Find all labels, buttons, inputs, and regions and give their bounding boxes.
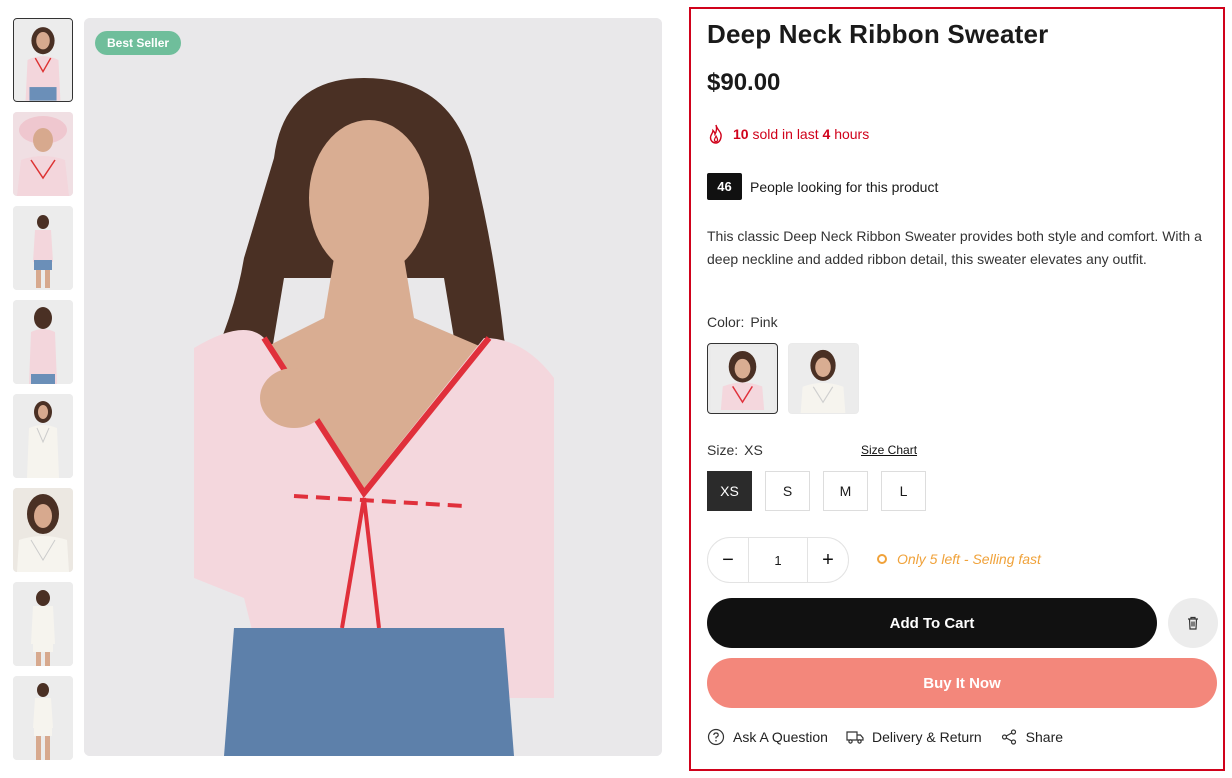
stock-dot-icon <box>877 554 887 564</box>
size-option-m[interactable]: M <box>823 471 868 511</box>
thumbnail-7[interactable] <box>13 582 73 666</box>
thumbnail-3[interactable] <box>13 206 73 290</box>
quantity-value[interactable]: 1 <box>748 538 808 582</box>
thumbnail-1[interactable] <box>13 18 73 102</box>
viewers-indicator: 46 People looking for this product <box>707 173 938 200</box>
size-options: XS S M L <box>707 471 926 511</box>
swatch-white[interactable] <box>788 343 859 414</box>
sold-count: 10 <box>733 126 749 142</box>
thumbnail-4[interactable] <box>13 300 73 384</box>
size-selected: XS <box>744 442 763 458</box>
size-label-row: Size: XS <box>707 442 763 458</box>
thumbnail-list <box>13 18 73 770</box>
sold-indicator: 10 sold in last 4 hours <box>707 124 869 144</box>
quantity-increase-button[interactable]: + <box>808 549 848 572</box>
swatch-pink[interactable] <box>707 343 778 414</box>
share-icon <box>1001 729 1016 745</box>
product-price: $90.00 <box>707 69 781 96</box>
trash-icon <box>1188 616 1198 630</box>
sold-text: 10 sold in last 4 hours <box>733 126 869 142</box>
product-links: Ask A Question Delivery & Return Share <box>707 728 1063 746</box>
product-info-panel: Deep Neck Ribbon Sweater $90.00 10 sold … <box>689 7 1225 771</box>
quantity-decrease-button[interactable]: − <box>708 549 748 572</box>
size-option-xs[interactable]: XS <box>707 471 752 511</box>
sold-end: hours <box>830 126 870 142</box>
color-label: Color: <box>707 314 745 330</box>
model-photo <box>84 18 662 756</box>
size-chart-link[interactable]: Size Chart <box>861 443 917 457</box>
thumbnail-2[interactable] <box>13 112 73 196</box>
stock-notice: Only 5 left - Selling fast <box>877 551 1041 567</box>
delivery-return-link[interactable]: Delivery & Return <box>846 728 982 746</box>
share-link[interactable]: Share <box>1000 728 1063 746</box>
color-label-row: Color: Pink <box>707 314 778 330</box>
quantity-stepper: − 1 + <box>707 537 849 583</box>
ask-question-label: Ask A Question <box>733 729 828 745</box>
question-circle-icon <box>707 728 725 746</box>
color-selected: Pink <box>750 314 778 330</box>
color-swatches <box>707 343 859 414</box>
thumbnail-5[interactable] <box>13 394 73 478</box>
buy-now-button[interactable]: Buy It Now <box>707 658 1217 708</box>
viewers-count: 46 <box>707 173 742 200</box>
viewers-text: People looking for this product <box>750 178 939 195</box>
truck-icon <box>846 731 864 744</box>
share-label: Share <box>1025 729 1064 745</box>
ask-question-link[interactable]: Ask A Question <box>707 728 828 746</box>
main-product-image[interactable]: Best Seller <box>84 18 662 756</box>
flame-icon <box>709 124 722 144</box>
thumbnail-8[interactable] <box>13 676 73 760</box>
thumbnail-6[interactable] <box>13 488 73 572</box>
best-seller-badge: Best Seller <box>95 31 182 55</box>
size-option-s[interactable]: S <box>765 471 810 511</box>
sold-mid: sold in last <box>748 126 823 142</box>
size-label: Size: <box>707 442 739 458</box>
remove-button[interactable] <box>1168 598 1218 648</box>
add-to-cart-button[interactable]: Add To Cart <box>707 598 1157 648</box>
size-option-l[interactable]: L <box>881 471 926 511</box>
delivery-return-label: Delivery & Return <box>871 729 982 745</box>
stock-text: Only 5 left - Selling fast <box>897 551 1041 567</box>
product-title: Deep Neck Ribbon Sweater <box>707 19 1049 49</box>
product-description: This classic Deep Neck Ribbon Sweater pr… <box>707 228 1202 267</box>
